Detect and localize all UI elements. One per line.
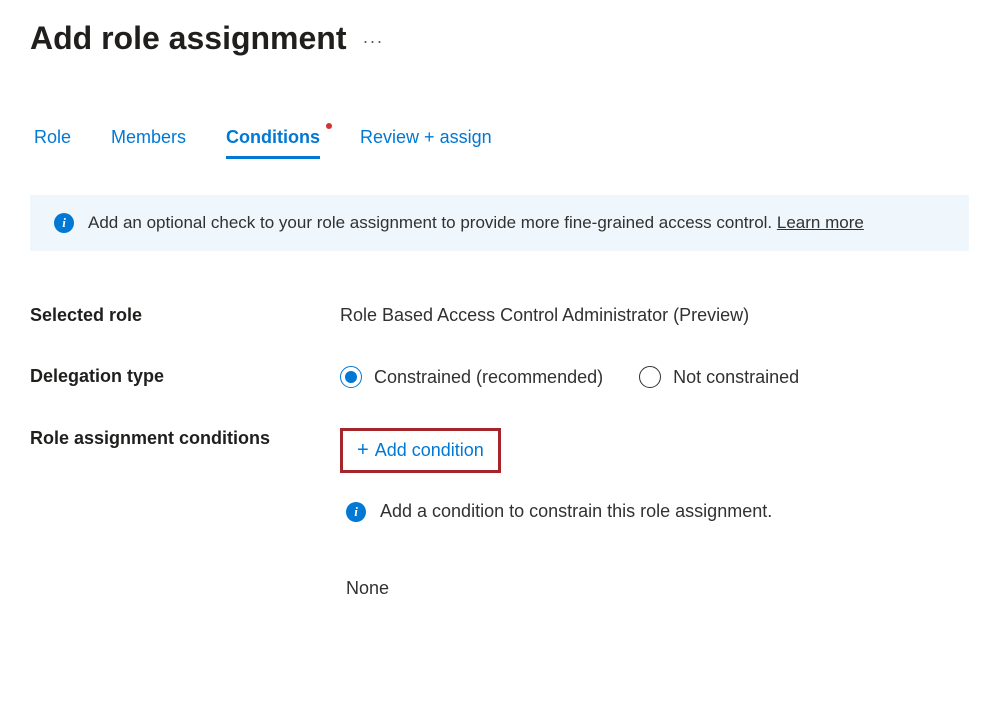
- page-header: Add role assignment ···: [30, 20, 969, 57]
- radio-not-constrained[interactable]: Not constrained: [639, 366, 799, 388]
- selected-role-label: Selected role: [30, 305, 340, 326]
- tab-label: Role: [34, 127, 71, 147]
- tab-label: Members: [111, 127, 186, 147]
- page-title: Add role assignment: [30, 20, 347, 57]
- radio-label: Constrained (recommended): [374, 367, 603, 388]
- condition-helper-text: Add a condition to constrain this role a…: [380, 501, 772, 522]
- info-banner-message: Add an optional check to your role assig…: [88, 213, 772, 232]
- conditions-row: Role assignment conditions + Add conditi…: [30, 428, 969, 599]
- radio-icon: [639, 366, 661, 388]
- more-actions-icon[interactable]: ···: [363, 25, 384, 52]
- radio-label: Not constrained: [673, 367, 799, 388]
- condition-helper: i Add a condition to constrain this role…: [340, 501, 969, 522]
- tab-label: Review + assign: [360, 127, 492, 147]
- tab-bar: Role Members Conditions Review + assign: [30, 127, 969, 159]
- tab-label: Conditions: [226, 127, 320, 147]
- info-icon: i: [346, 502, 366, 522]
- conditions-value: None: [340, 578, 969, 599]
- plus-icon: +: [357, 439, 369, 462]
- add-condition-button[interactable]: + Add condition: [357, 439, 484, 462]
- info-banner: i Add an optional check to your role ass…: [30, 195, 969, 251]
- tab-role[interactable]: Role: [34, 127, 71, 159]
- selected-role-value: Role Based Access Control Administrator …: [340, 305, 969, 326]
- tab-badge-icon: [326, 123, 332, 129]
- radio-constrained[interactable]: Constrained (recommended): [340, 366, 603, 388]
- delegation-type-row: Delegation type Constrained (recommended…: [30, 366, 969, 388]
- info-banner-text: Add an optional check to your role assig…: [88, 213, 864, 233]
- radio-icon: [340, 366, 362, 388]
- add-condition-text: Add condition: [375, 440, 484, 461]
- delegation-radio-group: Constrained (recommended) Not constraine…: [340, 366, 969, 388]
- tab-conditions[interactable]: Conditions: [226, 127, 320, 159]
- tab-review-assign[interactable]: Review + assign: [360, 127, 492, 159]
- add-condition-highlight: + Add condition: [340, 428, 501, 473]
- delegation-type-label: Delegation type: [30, 366, 340, 387]
- conditions-label: Role assignment conditions: [30, 428, 340, 449]
- tab-members[interactable]: Members: [111, 127, 186, 159]
- learn-more-link[interactable]: Learn more: [777, 213, 864, 232]
- selected-role-row: Selected role Role Based Access Control …: [30, 305, 969, 326]
- info-icon: i: [54, 213, 74, 233]
